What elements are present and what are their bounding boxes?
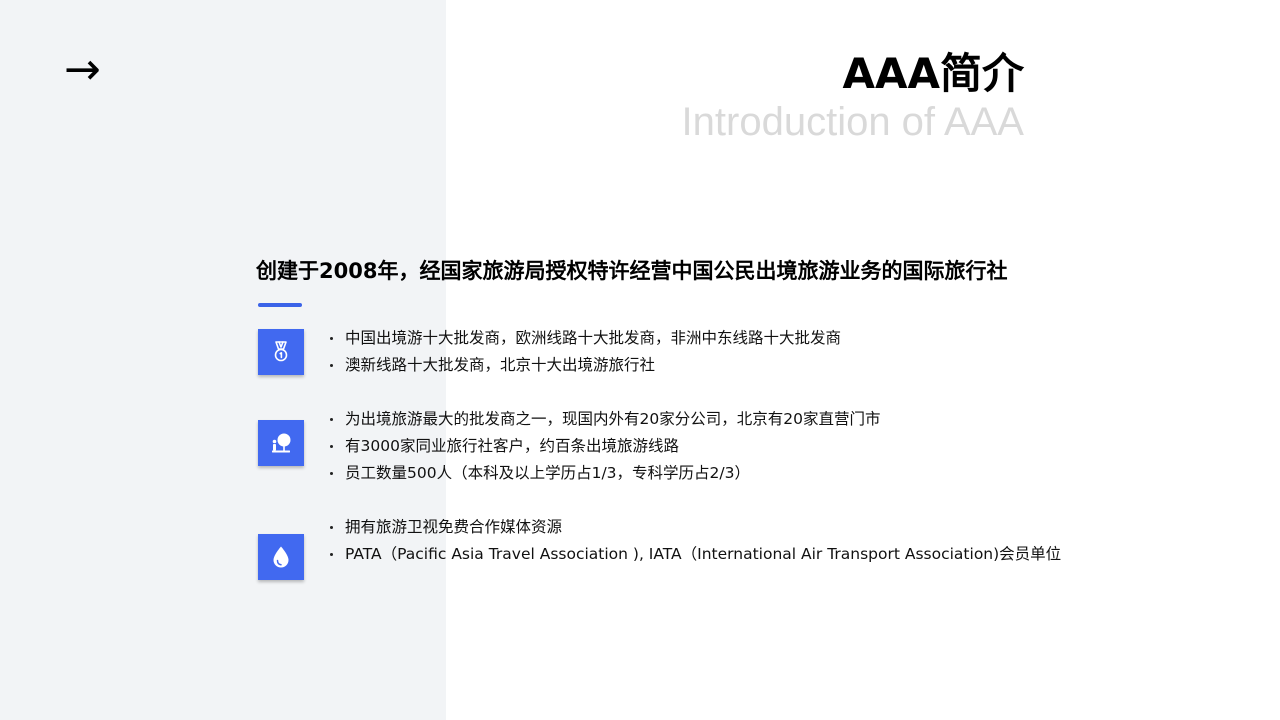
list-item: 澳新线路十大批发商，北京十大出境游旅行社	[328, 352, 841, 379]
list-item: 中国出境游十大批发商，欧洲线路十大批发商，非洲中东线路十大批发商	[328, 325, 841, 352]
bullet-list-awards: 中国出境游十大批发商，欧洲线路十大批发商，非洲中东线路十大批发商 澳新线路十大批…	[328, 325, 841, 379]
water-drop-icon	[258, 534, 304, 580]
presenter-icon	[258, 420, 304, 466]
page-subtitle: Introduction of AAA	[681, 100, 1024, 144]
arrow-right-icon[interactable]: →	[64, 46, 101, 94]
list-item: 拥有旅游卫视免费合作媒体资源	[328, 514, 1061, 541]
bullet-list-scale: 为出境旅游最大的批发商之一，现国内外有20家分公司，北京有20家直营门市 有30…	[328, 406, 880, 487]
accent-divider	[258, 303, 302, 307]
list-item: PATA（Pacific Asia Travel Association ), …	[328, 541, 1061, 568]
list-item: 有3000家同业旅行社客户，约百条出境旅游线路	[328, 433, 880, 460]
list-item: 为出境旅游最大的批发商之一，现国内外有20家分公司，北京有20家直营门市	[328, 406, 880, 433]
page-title: AAA简介	[842, 49, 1024, 98]
bullet-list-resources: 拥有旅游卫视免费合作媒体资源 PATA（Pacific Asia Travel …	[328, 514, 1061, 568]
medal-icon	[258, 329, 304, 375]
intro-headline: 创建于2008年，经国家旅游局授权特许经营中国公民出境旅游业务的国际旅行社	[256, 259, 1008, 283]
list-item: 员工数量500人（本科及以上学历占1/3，专科学历占2/3）	[328, 460, 880, 487]
